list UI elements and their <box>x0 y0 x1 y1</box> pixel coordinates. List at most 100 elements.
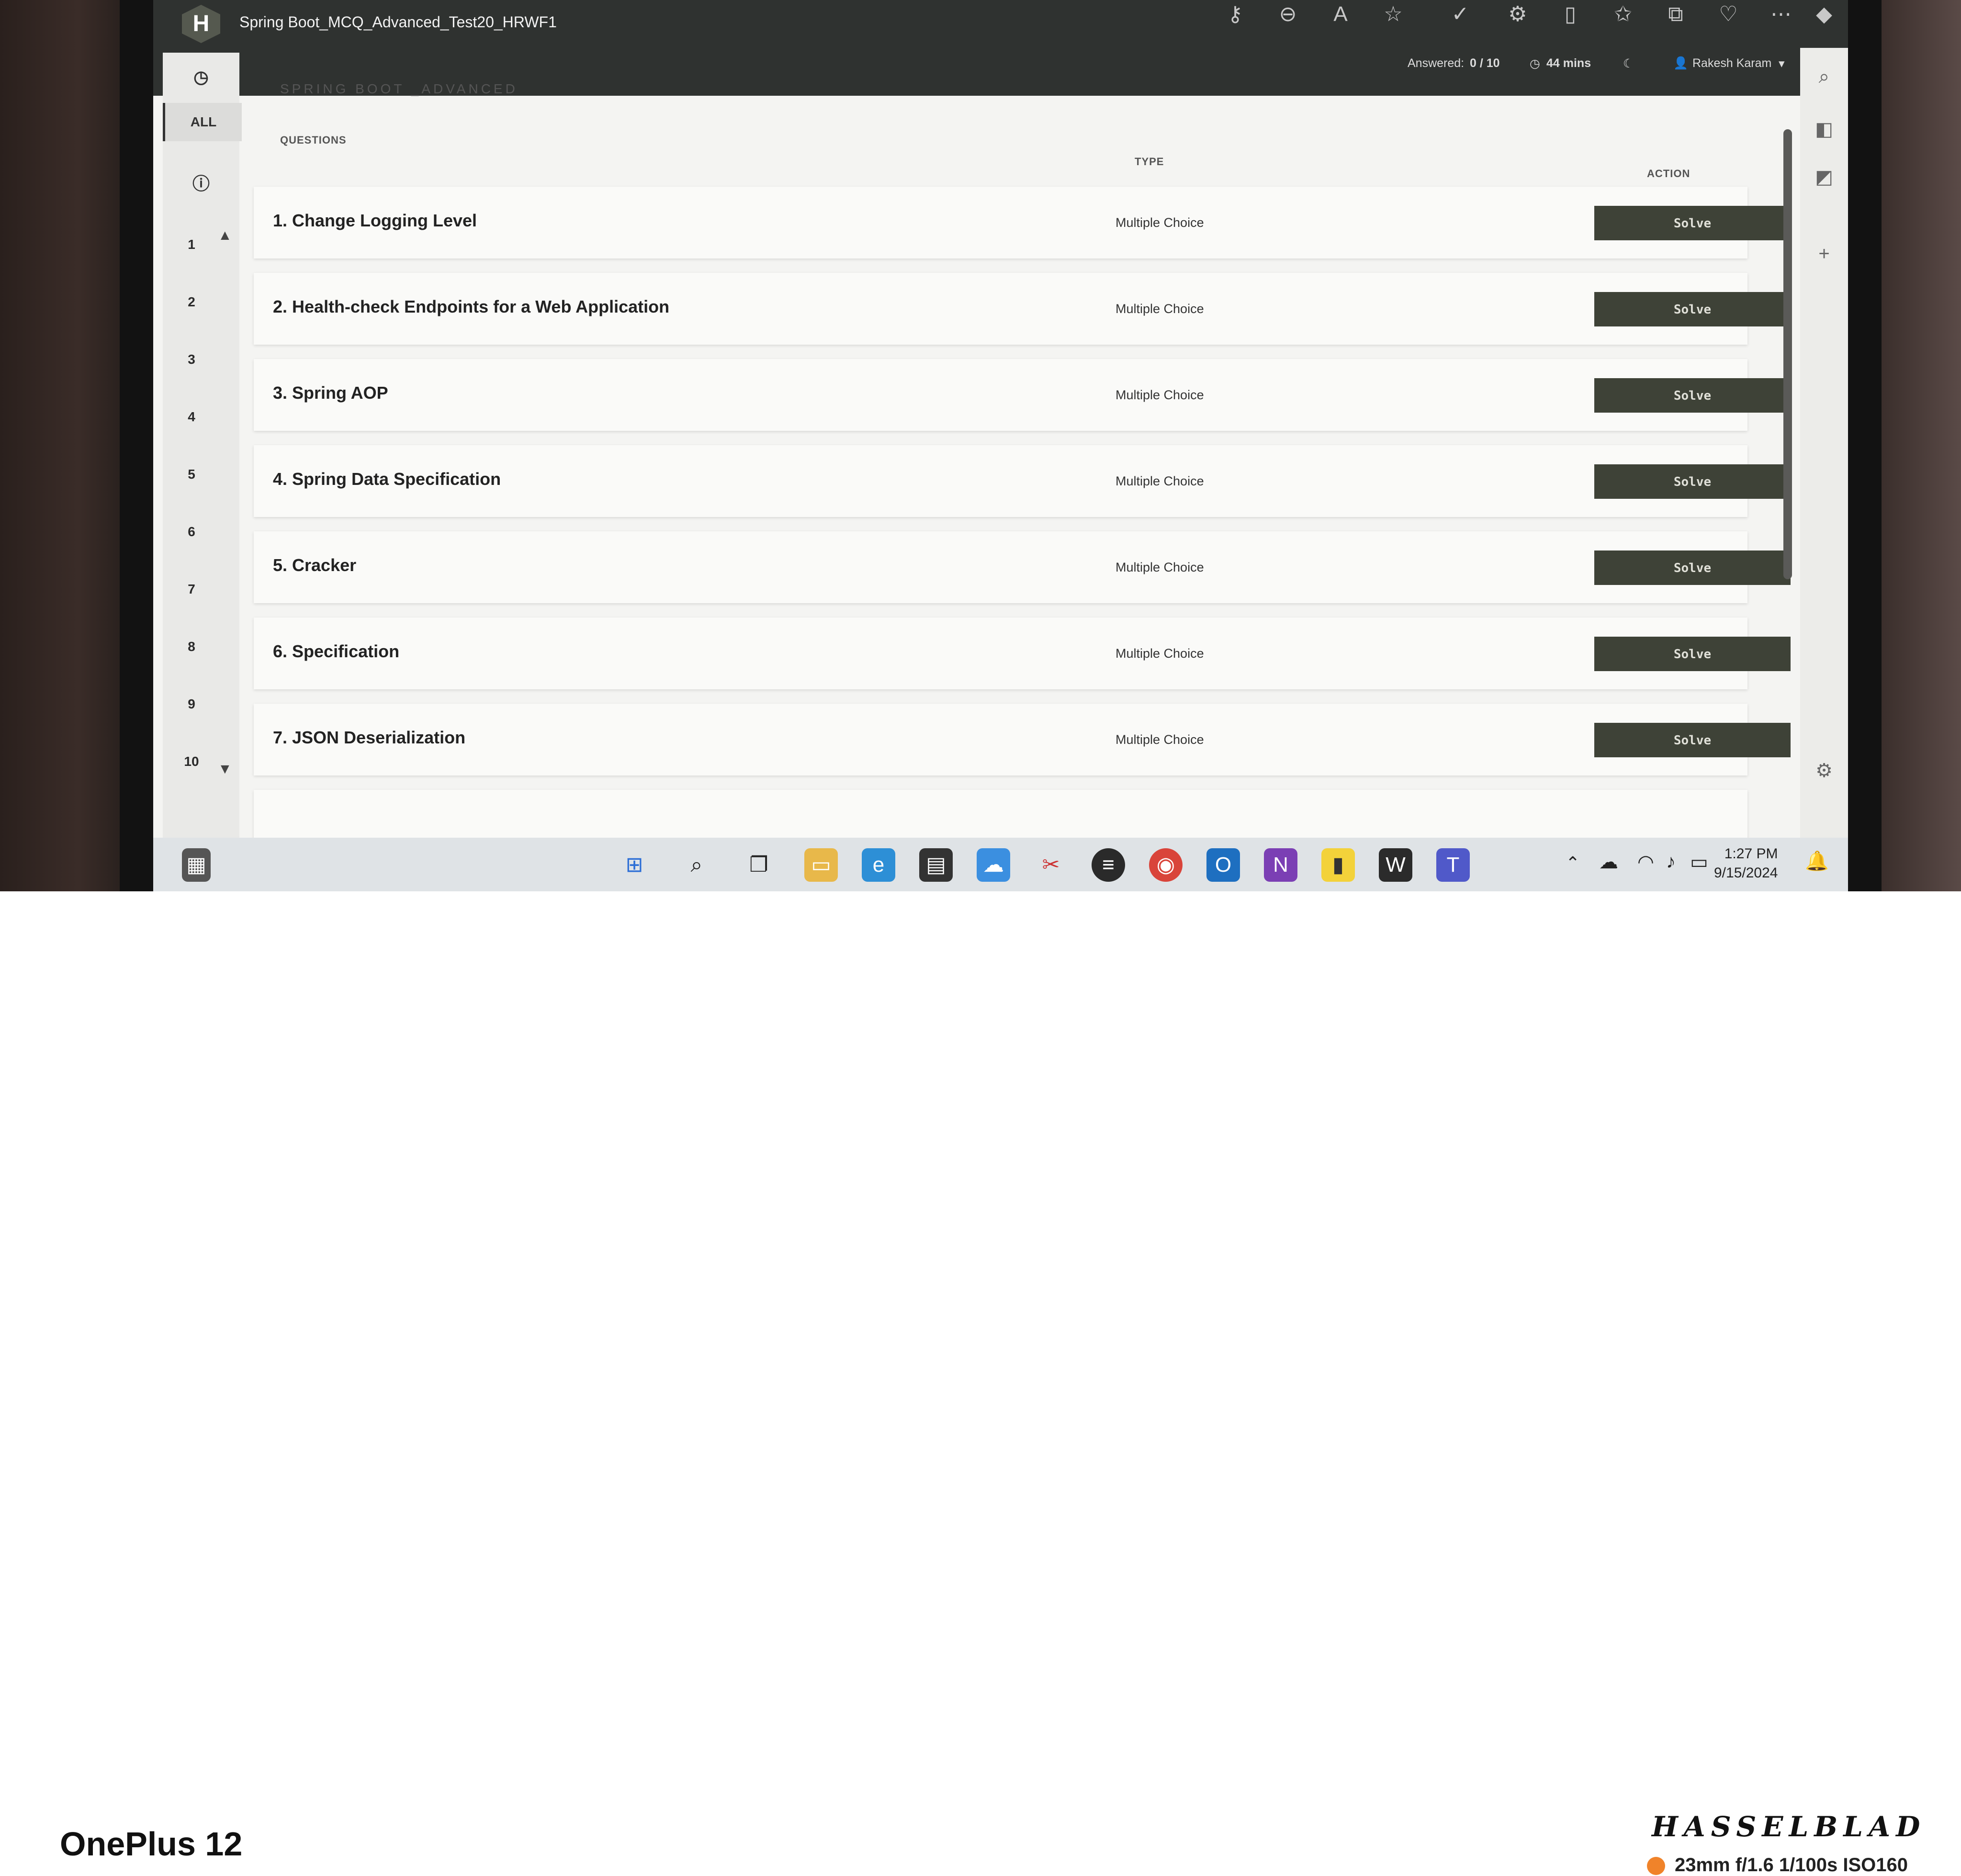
question-nav-4[interactable]: 4 <box>177 409 206 425</box>
laptop-screen: H Spring Boot_MCQ_Advanced_Test20_HRWF1 … <box>153 0 1848 891</box>
question-type: Multiple Choice <box>1116 732 1204 747</box>
speedometer-icon[interactable]: ◷ <box>163 67 239 87</box>
search-icon[interactable]: ⌕ <box>680 848 713 882</box>
onenote-icon[interactable]: N <box>1264 848 1297 882</box>
gear-icon[interactable]: ⚙ <box>1810 756 1838 785</box>
solve-button[interactable]: Solve <box>1594 378 1791 413</box>
question-type: Multiple Choice <box>1116 388 1204 402</box>
key-icon[interactable]: ⚷ <box>1221 0 1250 29</box>
copilot-icon[interactable]: ◆ <box>1810 0 1838 29</box>
question-nav-6[interactable]: 6 <box>177 524 206 539</box>
question-nav-5[interactable]: 5 <box>177 467 206 482</box>
question-nav-9[interactable]: 9 <box>177 696 206 712</box>
answered-count: 0 / 10 <box>1470 56 1500 70</box>
scroll-up-icon[interactable]: ▲ <box>218 227 232 244</box>
battery-icon[interactable]: ▭ <box>1690 851 1708 873</box>
question-title[interactable]: 7. JSON Deserialization <box>273 728 465 748</box>
question-row[interactable]: 2. Health-check Endpoints for a Web Appl… <box>254 273 1791 345</box>
performance-icon[interactable]: ♡ <box>1714 0 1743 29</box>
notification-bell-icon[interactable]: 🔔 <box>1805 850 1829 872</box>
tab-all[interactable]: ALL <box>163 103 242 141</box>
file-explorer-icon[interactable]: ▭ <box>804 848 838 882</box>
favorites-icon[interactable]: ✩ <box>1609 0 1637 29</box>
store-icon[interactable]: ▤ <box>919 848 953 882</box>
question-nav-7[interactable]: 7 <box>177 582 206 597</box>
scrollbar-thumb[interactable] <box>1783 129 1792 579</box>
split-screen-icon[interactable]: ▯ <box>1556 0 1585 29</box>
question-nav-1[interactable]: 1 <box>177 237 206 252</box>
checkmark-icon[interactable]: ✓ <box>1446 0 1475 29</box>
question-row[interactable]: 3. Spring AOP Multiple Choice Solve <box>254 359 1791 431</box>
outlook-sidebar-icon[interactable]: ◧ <box>1810 115 1838 144</box>
vscode-icon[interactable]: W <box>1379 848 1412 882</box>
add-icon[interactable]: + <box>1810 239 1838 268</box>
question-type: Multiple Choice <box>1116 215 1204 230</box>
question-title[interactable]: 1. Change Logging Level <box>273 211 477 231</box>
task-view-icon[interactable]: ❐ <box>742 848 776 882</box>
question-title[interactable]: 3. Spring AOP <box>273 383 388 403</box>
office-sidebar-icon[interactable]: ◩ <box>1810 163 1838 191</box>
section-title: SPRING BOOT _ADVANCED <box>280 81 518 96</box>
wifi-icon[interactable]: ◠ <box>1637 851 1654 873</box>
solve-button[interactable]: Solve <box>1594 464 1791 499</box>
clock-date: 9/15/2024 <box>1714 865 1778 881</box>
snipping-tool-icon[interactable]: ✂ <box>1034 848 1068 882</box>
question-row[interactable]: 1. Change Logging Level Multiple Choice … <box>254 187 1791 258</box>
question-title[interactable]: 6. Specification <box>273 641 399 662</box>
user-icon: 👤 <box>1673 56 1689 70</box>
question-nav-10[interactable]: 10 <box>177 754 206 769</box>
taskbar-clock[interactable]: 1:27 PM 9/15/2024 <box>1714 844 1778 883</box>
question-row[interactable]: 7. JSON Deserialization Multiple Choice … <box>254 704 1791 775</box>
search-icon[interactable]: ⌕ <box>1810 62 1838 91</box>
chevron-down-icon[interactable]: ▾ <box>1779 56 1785 71</box>
question-type: Multiple Choice <box>1116 474 1204 488</box>
solve-button[interactable]: Solve <box>1594 292 1791 326</box>
eclipse-icon[interactable]: ≡ <box>1092 848 1125 882</box>
sticky-notes-icon[interactable]: ▮ <box>1321 848 1355 882</box>
solve-button[interactable]: Solve <box>1594 723 1791 757</box>
answered-label: Answered: <box>1408 56 1465 70</box>
dark-mode-moon-icon[interactable]: ☾ <box>1623 56 1634 71</box>
hackerrank-logo: H <box>182 5 220 43</box>
edge-icon[interactable]: e <box>862 848 895 882</box>
volume-icon[interactable]: ♪ <box>1666 851 1676 873</box>
user-name[interactable]: Rakesh Karam <box>1692 56 1771 70</box>
photo-background: H Spring Boot_MCQ_Advanced_Test20_HRWF1 … <box>0 0 1961 891</box>
question-title[interactable]: 5. Cracker <box>273 555 356 575</box>
extensions-icon[interactable]: ⚙ <box>1503 0 1532 29</box>
solve-button[interactable]: Solve <box>1594 637 1791 671</box>
windows-start-icon[interactable]: ⊞ <box>618 848 651 882</box>
question-nav-8[interactable]: 8 <box>177 639 206 654</box>
solve-button[interactable]: Solve <box>1594 550 1791 585</box>
browser-sidebar: ⌕ ◧ ◩ + ⚙ <box>1800 48 1848 838</box>
scroll-down-icon[interactable]: ▼ <box>218 761 232 777</box>
chrome-icon[interactable]: ◉ <box>1149 848 1183 882</box>
column-header-action: ACTION <box>1647 168 1691 180</box>
cloud-icon[interactable]: ☁ <box>1599 851 1618 873</box>
more-icon[interactable]: ⋯ <box>1767 0 1795 29</box>
camera-caption: OnePlus 12 HASSELBLAD 23mm f/1.6 1/100s … <box>0 891 1961 1876</box>
question-title[interactable]: 4. Spring Data Specification <box>273 469 501 489</box>
read-aloud-icon[interactable]: A <box>1326 0 1355 29</box>
widgets-icon[interactable]: ▦ <box>182 848 211 882</box>
question-row[interactable]: 5. Cracker Multiple Choice Solve <box>254 531 1791 603</box>
main-scrollbar[interactable] <box>1783 110 1792 790</box>
question-title[interactable]: 2. Health-check Endpoints for a Web Appl… <box>273 297 669 317</box>
solve-button[interactable]: Solve <box>1594 206 1791 240</box>
time-left: 44 mins <box>1546 56 1591 70</box>
zoom-out-icon[interactable]: ⊖ <box>1274 0 1302 29</box>
favorite-star-icon[interactable]: ☆ <box>1379 0 1408 29</box>
question-nav-3[interactable]: 3 <box>177 352 206 367</box>
teams-icon[interactable]: T <box>1436 848 1470 882</box>
question-row[interactable]: 6. Specification Multiple Choice Solve <box>254 618 1791 689</box>
info-icon[interactable]: ⓘ <box>163 170 239 195</box>
clock-time: 1:27 PM <box>1724 846 1778 862</box>
device-name: OnePlus 12 <box>60 1825 243 1863</box>
collections-icon[interactable]: ⧉ <box>1661 0 1690 29</box>
question-nav-2[interactable]: 2 <box>177 294 206 310</box>
onedrive-icon[interactable]: ☁ <box>977 848 1010 882</box>
outlook-icon[interactable]: O <box>1206 848 1240 882</box>
question-row[interactable]: 4. Spring Data Specification Multiple Ch… <box>254 445 1791 517</box>
clock-icon: ◷ <box>1530 57 1540 70</box>
chevron-up-icon[interactable]: ⌃ <box>1566 853 1580 873</box>
